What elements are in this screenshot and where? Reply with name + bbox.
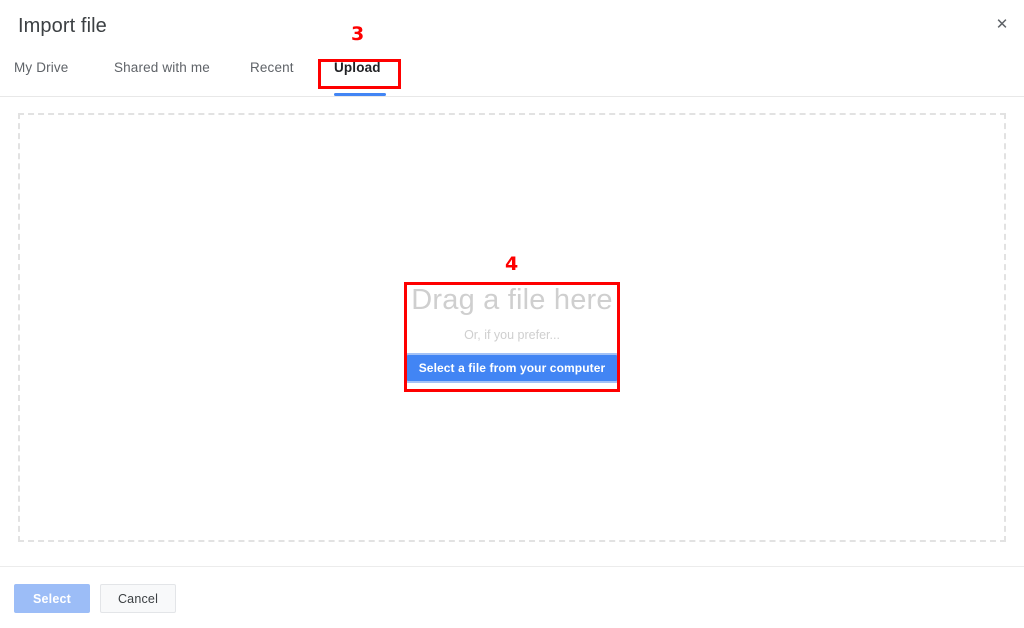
or-if-you-prefer-label: Or, if you prefer...	[464, 328, 560, 342]
page-title: Import file	[18, 15, 107, 37]
tab-recent[interactable]: Recent	[250, 58, 294, 88]
import-file-dialog: Import file ✕ My Drive Shared with me Re…	[0, 0, 1024, 628]
dropzone-prompt: Drag a file here Or, if you prefer... Se…	[20, 283, 1004, 383]
dialog-header: Import file ✕ My Drive Shared with me Re…	[0, 0, 1024, 96]
close-icon[interactable]: ✕	[988, 10, 1016, 38]
header-divider	[0, 96, 1024, 97]
select-file-from-computer-button[interactable]: Select a file from your computer	[404, 353, 620, 383]
tab-my-drive[interactable]: My Drive	[14, 58, 68, 88]
tab-strip: My Drive Shared with me Recent Upload	[0, 58, 1024, 96]
tab-shared-with-me[interactable]: Shared with me	[114, 58, 210, 88]
drag-a-file-here-label: Drag a file here	[411, 284, 613, 316]
dialog-footer: Select Cancel	[0, 567, 1024, 628]
cancel-button[interactable]: Cancel	[100, 584, 176, 613]
tab-upload[interactable]: Upload	[334, 58, 381, 88]
select-button[interactable]: Select	[14, 584, 90, 613]
file-dropzone[interactable]: Drag a file here Or, if you prefer... Se…	[18, 113, 1006, 542]
